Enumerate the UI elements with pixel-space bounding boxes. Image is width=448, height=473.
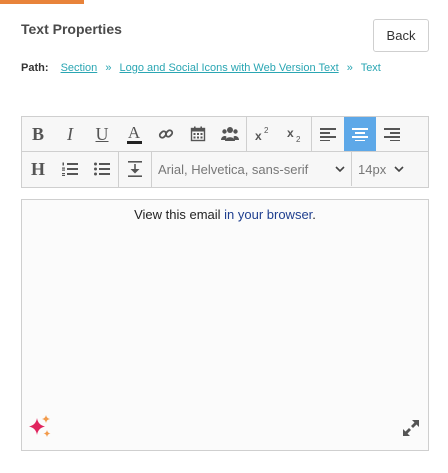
path-label: Path:	[21, 62, 49, 74]
svg-text:2: 2	[296, 135, 301, 142]
accent-line	[0, 0, 84, 4]
block-group: H	[22, 152, 119, 187]
expand-icon[interactable]	[402, 419, 420, 442]
superscript-icon: x 2	[255, 126, 269, 142]
text-color-button[interactable]: A	[118, 117, 150, 151]
svg-text:2: 2	[264, 126, 269, 135]
text-color-swatch	[126, 140, 142, 144]
underline-icon: U	[95, 123, 109, 144]
back-button[interactable]: Back	[373, 19, 429, 52]
heading-button[interactable]: H	[22, 152, 54, 186]
bold-button[interactable]: B	[22, 117, 54, 151]
browser-link[interactable]: in your browser	[224, 207, 312, 222]
svg-text:x: x	[287, 126, 294, 140]
editor-content[interactable]: View this email in your browser.	[22, 207, 428, 222]
ordered-list-icon	[62, 162, 78, 176]
font-family-select[interactable]: Arial, Helvetica, sans-serif	[152, 152, 352, 186]
italic-button[interactable]: I	[54, 117, 86, 151]
chevron-down-icon	[394, 166, 404, 172]
format-group: B I U A	[22, 117, 247, 151]
heading-icon: H	[30, 158, 45, 179]
line-height-group	[119, 152, 152, 187]
calendar-button[interactable]	[182, 117, 214, 151]
script-group: x 2 x 2	[247, 117, 312, 151]
breadcrumb-separator: »	[346, 62, 353, 74]
subscript-button[interactable]: x 2	[279, 117, 311, 151]
bold-icon: B	[31, 123, 44, 144]
users-icon	[221, 127, 239, 141]
link-button[interactable]	[150, 117, 182, 151]
align-right-icon	[384, 128, 400, 141]
align-center-icon	[352, 128, 368, 141]
italic-icon: I	[67, 123, 73, 144]
breadcrumb-section-link[interactable]: Section	[61, 62, 98, 74]
page-title: Text Properties	[21, 21, 122, 37]
align-left-icon	[320, 128, 336, 141]
text-editor[interactable]: View this email in your browser.	[21, 199, 429, 451]
line-height-icon	[128, 161, 142, 177]
text-color-icon: A	[126, 122, 142, 144]
superscript-button[interactable]: x 2	[247, 117, 279, 151]
ordered-list-button[interactable]	[54, 152, 86, 186]
svg-text:x: x	[255, 129, 262, 142]
align-center-button[interactable]	[344, 117, 376, 151]
calendar-icon	[190, 126, 206, 142]
toolbar-row-1: B I U A x 2 x 2	[21, 116, 429, 152]
text-color-letter: A	[127, 122, 141, 142]
bullet-list-button[interactable]	[86, 152, 118, 186]
align-group	[312, 117, 408, 151]
chevron-down-icon	[335, 166, 345, 172]
breadcrumb-separator: »	[105, 62, 112, 74]
ai-sparkle-icon[interactable]	[27, 414, 53, 445]
line-height-button[interactable]	[119, 152, 151, 186]
font-size-select[interactable]: 14px	[352, 152, 410, 186]
align-right-button[interactable]	[376, 117, 408, 151]
subscript-icon: x 2	[287, 126, 301, 142]
bullet-list-icon	[94, 162, 110, 176]
editor-text-after: .	[312, 207, 316, 222]
align-left-button[interactable]	[312, 117, 344, 151]
font-size-value: 14px	[358, 161, 387, 177]
underline-button[interactable]: U	[86, 117, 118, 151]
toolbar-row-2: H Arial, Helvetica, sans-serif 14px	[21, 152, 429, 188]
editor-toolbar: B I U A x 2 x 2 H Arial, Helvetica, sans…	[21, 116, 429, 188]
breadcrumb: Path: Section » Logo and Social Icons wi…	[21, 62, 381, 74]
breadcrumb-current: Text	[360, 62, 381, 74]
users-button[interactable]	[214, 117, 246, 151]
font-family-value: Arial, Helvetica, sans-serif	[158, 161, 309, 177]
link-icon	[158, 129, 174, 139]
breadcrumb-logo-link[interactable]: Logo and Social Icons with Web Version T…	[120, 62, 339, 74]
editor-text-before: View this email	[134, 207, 225, 222]
